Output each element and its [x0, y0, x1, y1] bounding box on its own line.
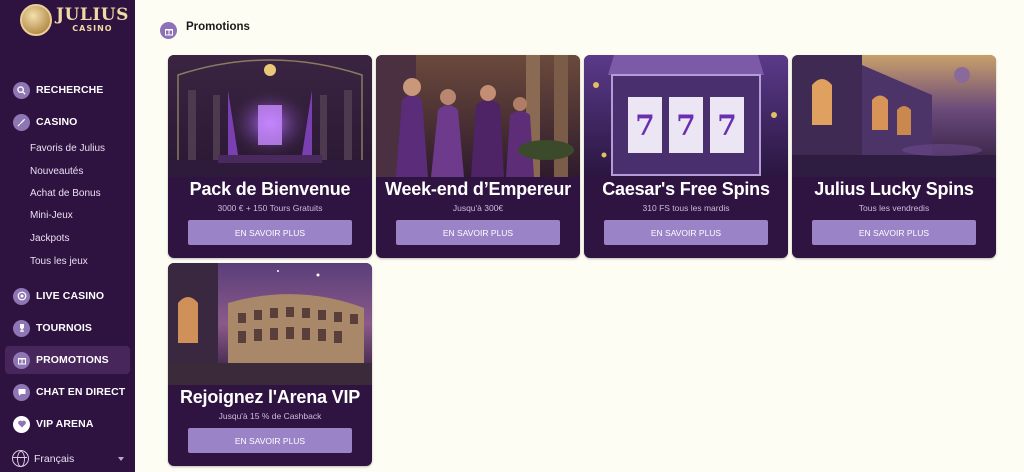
heart-icon [13, 415, 30, 433]
sidebar-item-chat[interactable]: CHAT EN DIRECT [5, 378, 130, 406]
svg-text:7: 7 [676, 109, 695, 142]
promo-title: Julius Lucky Spins [814, 179, 974, 199]
promo-card-welcome[interactable]: Pack de Bienvenue 3000 € + 150 Tours Gra… [168, 55, 372, 258]
sidebar-item-vip[interactable]: VIP ARENA [5, 410, 130, 438]
sidebar-subitem-bonus-buy[interactable]: Achat de Bonus [30, 188, 101, 199]
sidebar-item-live-casino[interactable]: LIVE CASINO [5, 282, 130, 310]
globe-icon [12, 450, 29, 467]
chip-icon [13, 287, 30, 305]
sidebar: JULIUS CASINO RECHERCHE CASINO Favoris d… [0, 0, 135, 472]
learn-more-button[interactable]: EN SAVOIR PLUS [188, 428, 352, 453]
rocket-icon [13, 113, 30, 131]
promo-image-colosseum [168, 263, 372, 385]
svg-text:7: 7 [635, 109, 654, 142]
sidebar-item-label: TOURNOIS [36, 322, 93, 334]
gift-icon [160, 22, 177, 39]
sidebar-item-label: VIP ARENA [36, 418, 94, 430]
promo-title: Rejoignez l'Arena VIP [179, 387, 361, 407]
sidebar-subitem-favorites[interactable]: Favoris de Julius [30, 143, 105, 154]
promo-title: Pack de Bienvenue [189, 179, 351, 199]
logo-subtitle: CASINO [72, 24, 113, 33]
promo-image-slot-machine: 7 7 7 [584, 55, 788, 177]
promo-subtitle: 310 FS tous les mardis [642, 203, 730, 213]
promo-card-julius-lucky-spins[interactable]: Julius Lucky Spins Tous les vendredis EN… [792, 55, 996, 258]
learn-more-button[interactable]: EN SAVOIR PLUS [396, 220, 560, 245]
language-label: Français [34, 452, 75, 465]
sidebar-subitem-all-games[interactable]: Tous les jeux [30, 256, 88, 267]
logo-title: JULIUS [56, 5, 129, 25]
promo-subtitle: Jusqu'à 300€ [452, 203, 504, 213]
promo-title: Caesar's Free Spins [602, 179, 770, 199]
sidebar-item-label: CHAT EN DIRECT [36, 386, 126, 398]
sidebar-subitem-new[interactable]: Nouveautés [30, 166, 83, 177]
chevron-down-icon [118, 456, 124, 461]
learn-more-button[interactable]: EN SAVOIR PLUS [812, 220, 976, 245]
sidebar-subitem-jackpots[interactable]: Jackpots [30, 233, 69, 244]
sidebar-item-casino[interactable]: CASINO [5, 108, 130, 136]
sidebar-subitem-mini-games[interactable]: Mini-Jeux [30, 210, 73, 221]
promo-image-roman-banquet [376, 55, 580, 177]
search-icon [13, 81, 30, 99]
page-header: Promotions [160, 21, 250, 39]
promo-card-arena-vip[interactable]: Rejoignez l'Arena VIP Jusqu'à 15 % de Ca… [168, 263, 372, 466]
sidebar-item-tournaments[interactable]: TOURNOIS [5, 314, 130, 342]
learn-more-button[interactable]: EN SAVOIR PLUS [188, 220, 352, 245]
promo-card-emperor-weekend[interactable]: Week-end d’Empereur Jusqu'à 300€ EN SAVO… [376, 55, 580, 258]
promo-card-caesars-free-spins[interactable]: 7 7 7 Caesar's Free Spins 310 FS tous le… [584, 55, 788, 258]
caesar-head-icon [20, 4, 52, 36]
language-selector[interactable]: Français [12, 450, 124, 467]
trophy-icon [13, 319, 30, 337]
sidebar-item-label: PROMOTIONS [36, 354, 109, 366]
sidebar-item-search[interactable]: RECHERCHE [5, 76, 130, 104]
page-title: Promotions [186, 21, 250, 33]
promo-title: Week-end d’Empereur [385, 179, 571, 199]
chat-icon [13, 383, 30, 401]
learn-more-button[interactable]: EN SAVOIR PLUS [604, 220, 768, 245]
logo[interactable]: JULIUS CASINO [20, 4, 129, 36]
sidebar-item-label: RECHERCHE [36, 84, 104, 96]
promo-subtitle: Jusqu'à 15 % de Cashback [218, 411, 322, 421]
promo-image-palace-hall [168, 55, 372, 177]
sidebar-item-label: LIVE CASINO [36, 290, 105, 302]
promo-image-roman-street [792, 55, 996, 177]
promo-subtitle: 3000 € + 150 Tours Gratuits [217, 203, 323, 213]
svg-text:7: 7 [717, 109, 736, 142]
gift-icon [13, 351, 30, 369]
sidebar-item-promotions[interactable]: PROMOTIONS [5, 346, 130, 374]
sidebar-item-label: CASINO [36, 116, 78, 128]
promo-subtitle: Tous les vendredis [858, 203, 930, 213]
